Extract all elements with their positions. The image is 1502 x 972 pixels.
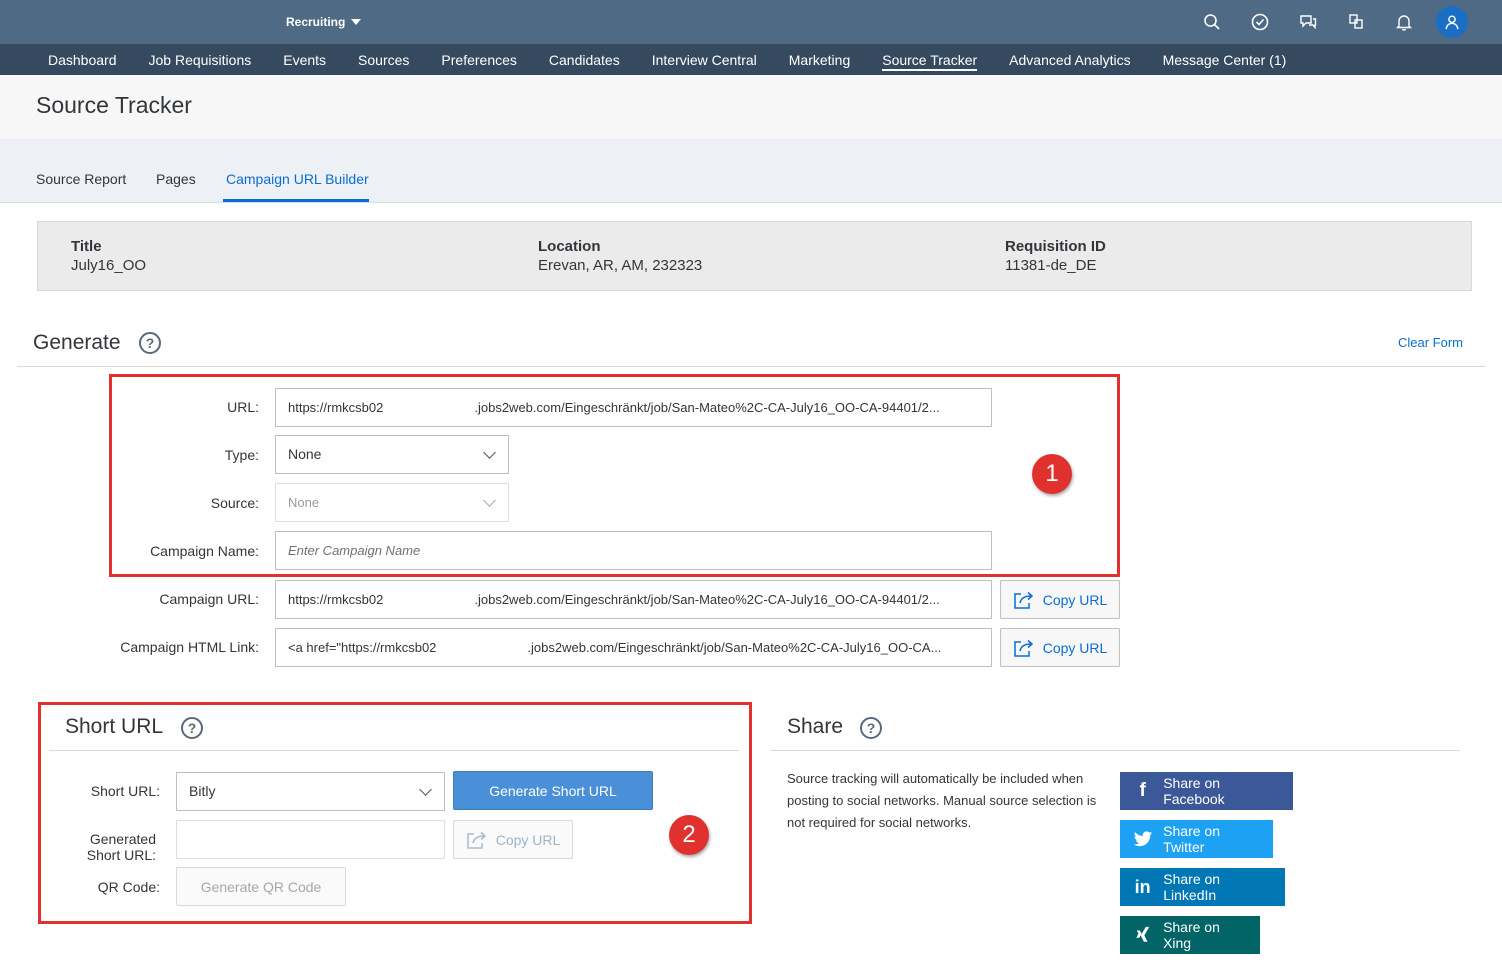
help-icon[interactable]: ? bbox=[860, 717, 882, 739]
info-title-label: Title bbox=[71, 238, 102, 255]
share-linkedin-label: Share on LinkedIn bbox=[1163, 871, 1221, 903]
share-twitter-label: Share on Twitter bbox=[1163, 823, 1220, 855]
twitter-icon bbox=[1132, 828, 1153, 850]
copy-html-link-button[interactable]: Copy URL bbox=[1000, 628, 1120, 667]
user-avatar-icon[interactable] bbox=[1436, 6, 1468, 38]
feedback-icon[interactable] bbox=[1284, 0, 1332, 44]
search-icon[interactable] bbox=[1188, 0, 1236, 44]
share-title: Share bbox=[787, 715, 844, 738]
nav-candidates[interactable]: Candidates bbox=[533, 44, 636, 75]
divider bbox=[771, 750, 1460, 751]
copy-url-label: Copy URL bbox=[1042, 591, 1108, 608]
page-header: Source Tracker bbox=[0, 75, 1502, 139]
campaign-url-label: Campaign URL: bbox=[159, 591, 259, 607]
clear-form-link[interactable]: Clear Form bbox=[1398, 335, 1463, 350]
app-menu[interactable]: Recruiting bbox=[286, 15, 362, 29]
nav-label: Job Requisitions bbox=[148, 52, 252, 68]
info-requisition-id: Requisition ID 11381-de_DE bbox=[1005, 238, 1106, 274]
campaign-html-link-field[interactable]: <a href="https://rmkcsb02 .jobs2web.com/… bbox=[275, 628, 992, 667]
app-menu-label: Recruiting bbox=[286, 15, 346, 29]
nav-label: Events bbox=[283, 52, 327, 68]
share-facebook-button[interactable]: f Share on Facebook bbox=[1120, 772, 1293, 810]
info-location-label: Location bbox=[538, 238, 601, 255]
nav-events[interactable]: Events bbox=[267, 44, 342, 75]
nav-label: Preferences bbox=[441, 52, 517, 68]
nav-label: Interview Central bbox=[651, 52, 757, 68]
share-xing-label: Share on Xing bbox=[1163, 919, 1220, 951]
generate-title: Generate bbox=[33, 331, 121, 354]
requisition-info-panel: Title July16_OO Location Erevan, AR, AM,… bbox=[37, 221, 1472, 291]
nav-label: Message Center (1) bbox=[1162, 52, 1287, 68]
nav-label: Advanced Analytics bbox=[1009, 52, 1131, 68]
product-switch-icon[interactable] bbox=[1332, 0, 1380, 44]
tab-pages[interactable]: Pages bbox=[156, 171, 196, 187]
nav-label: Candidates bbox=[548, 52, 620, 68]
info-location-value: Erevan, AR, AM, 232323 bbox=[538, 257, 703, 274]
nav-interview-central[interactable]: Interview Central bbox=[636, 44, 773, 75]
nav-dashboard[interactable]: Dashboard bbox=[32, 44, 133, 75]
shell-bar: Recruiting bbox=[0, 0, 1502, 44]
nav-message-center[interactable]: Message Center (1) bbox=[1147, 44, 1303, 75]
nav-source-tracker[interactable]: Source Tracker bbox=[866, 44, 993, 75]
campaign-html-link-label: Campaign HTML Link: bbox=[120, 639, 259, 655]
tab-source-report[interactable]: Source Report bbox=[36, 171, 126, 187]
caret-down-icon bbox=[351, 19, 362, 25]
share-twitter-button[interactable]: Share on Twitter bbox=[1120, 820, 1273, 858]
copy-campaign-url-button[interactable]: Copy URL bbox=[1000, 580, 1120, 619]
share-export-icon bbox=[1013, 639, 1033, 657]
share-linkedin-button[interactable]: in Share on LinkedIn bbox=[1120, 868, 1285, 906]
nav-label: Dashboard bbox=[48, 52, 117, 68]
bell-icon[interactable] bbox=[1380, 0, 1428, 44]
info-title: Title July16_OO bbox=[71, 238, 146, 274]
nav-marketing[interactable]: Marketing bbox=[773, 44, 866, 75]
share-xing-button[interactable]: Share on Xing bbox=[1120, 916, 1260, 954]
sub-tabs: Source Report Pages Campaign URL Builder bbox=[0, 139, 1502, 203]
nav-sources[interactable]: Sources bbox=[342, 44, 425, 75]
xing-icon bbox=[1132, 924, 1153, 946]
tab-campaign-url-builder[interactable]: Campaign URL Builder bbox=[226, 171, 369, 187]
facebook-icon: f bbox=[1139, 780, 1146, 801]
share-description: Source tracking will automatically be in… bbox=[787, 771, 1097, 830]
linkedin-icon: in bbox=[1134, 876, 1151, 897]
info-location: Location Erevan, AR, AM, 232323 bbox=[538, 238, 702, 274]
annotation-badge-2: 2 bbox=[669, 815, 709, 855]
annotation-badge-1: 1 bbox=[1032, 454, 1072, 494]
share-export-icon bbox=[1013, 591, 1033, 609]
help-icon[interactable]: ? bbox=[139, 332, 161, 354]
copy-url-label: Copy URL bbox=[1042, 639, 1108, 656]
nav-job-requisitions[interactable]: Job Requisitions bbox=[133, 44, 268, 75]
annotation-box-1 bbox=[109, 374, 1120, 577]
nav-label: Sources bbox=[358, 52, 410, 68]
share-facebook-label: Share on Facebook bbox=[1163, 775, 1225, 807]
campaign-url-field[interactable]: https://rmkcsb02 .jobs2web.com/Eingeschr… bbox=[275, 580, 992, 619]
info-req-label: Requisition ID bbox=[1005, 238, 1106, 255]
active-tab-indicator bbox=[223, 199, 369, 202]
nav-advanced-analytics[interactable]: Advanced Analytics bbox=[993, 44, 1146, 75]
nav-label: Source Tracker bbox=[882, 52, 978, 71]
info-title-value: July16_OO bbox=[71, 257, 147, 274]
annotation-box-2 bbox=[38, 702, 752, 924]
info-req-value: 11381-de_DE bbox=[1005, 257, 1097, 274]
nav-label: Marketing bbox=[788, 52, 851, 68]
page-title: Source Tracker bbox=[36, 92, 192, 118]
nav-preferences[interactable]: Preferences bbox=[425, 44, 532, 75]
divider bbox=[17, 366, 1485, 367]
top-navigation: Dashboard Job Requisitions Events Source… bbox=[0, 44, 1502, 75]
check-circle-icon[interactable] bbox=[1236, 0, 1284, 44]
